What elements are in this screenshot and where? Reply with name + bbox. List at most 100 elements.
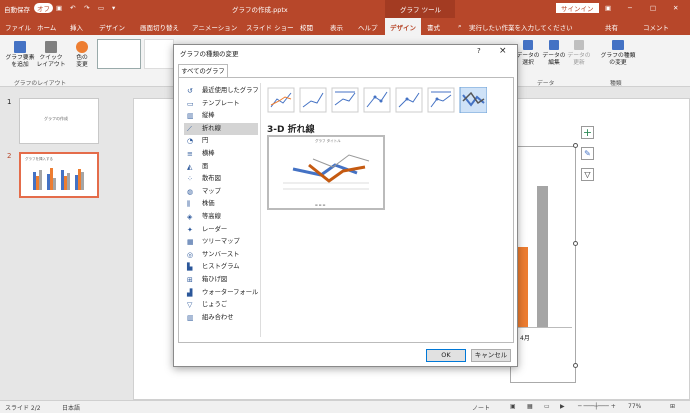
subtype-stacked-line-markers[interactable] — [395, 87, 423, 113]
category-column[interactable]: ▥ 縦棒 — [184, 110, 258, 122]
category-scatter[interactable]: ⁘ 散布図 — [184, 173, 258, 185]
subtype-line-markers[interactable] — [363, 87, 391, 113]
tab-help[interactable]: ヘルプ — [358, 22, 378, 32]
ribbon-display-icon[interactable]: ▣ — [605, 4, 611, 12]
category-recent[interactable]: ↺ 最近使用したグラフ — [184, 85, 259, 97]
subtype-100-line-markers[interactable] — [427, 87, 455, 113]
slide-thumbnail-panel: 1 グラフの作成 2 グラフを挿入する — [0, 88, 128, 400]
category-label: 横棒 — [202, 150, 215, 157]
tab-all-charts[interactable]: すべてのグラフ — [178, 64, 228, 78]
save-icon[interactable]: ▣ — [56, 4, 62, 12]
chart-styles-brush-icon[interactable]: ✎ — [581, 147, 594, 160]
resize-handle-r[interactable] — [573, 241, 578, 246]
group-label-type: 種類 — [610, 81, 622, 87]
autosave-toggle[interactable]: オフ — [34, 3, 53, 13]
comments-button[interactable]: コメント — [643, 22, 669, 32]
sorter-view-icon[interactable]: ▦ — [527, 403, 533, 410]
category-stock[interactable]: ⫼ 株価 — [184, 198, 258, 210]
zoom-slider[interactable]: ─ ───┼─── + — [578, 403, 616, 410]
tab-file[interactable]: ファイル — [5, 22, 31, 32]
tab-design[interactable]: デザイン — [99, 22, 125, 32]
category-boxwhisker[interactable]: ⊞ 箱ひげ図 — [184, 274, 258, 286]
quick-layout-button[interactable]: クイック レイアウト — [34, 55, 68, 69]
chart-filter-icon[interactable]: ▽ — [581, 168, 594, 181]
subtype-line[interactable] — [267, 87, 295, 113]
category-treemap[interactable]: ▦ ツリーマップ — [184, 236, 258, 248]
category-surface[interactable]: ◈ 等高線 — [184, 211, 258, 223]
tab-view[interactable]: 表示 — [330, 22, 343, 32]
category-area[interactable]: ◭ 面 — [184, 161, 258, 173]
boxwhisker-icon: ⊞ — [187, 276, 193, 284]
select-data-button[interactable]: データの 選択 — [515, 53, 541, 67]
share-button[interactable]: 共有 — [605, 22, 618, 32]
category-templates[interactable]: ▭ テンプレート — [184, 98, 258, 110]
tab-animations[interactable]: アニメーション — [192, 22, 237, 32]
slide-counter: スライド 2/2 — [5, 405, 41, 412]
resize-handle-br[interactable] — [573, 363, 578, 368]
refresh-data-button[interactable]: データの 更新 — [566, 53, 592, 67]
change-chart-type-button[interactable]: グラフの種類 の変更 — [597, 53, 639, 67]
maximize-icon[interactable]: □ — [650, 4, 656, 12]
category-histogram[interactable]: ▙ ヒストグラム — [184, 261, 258, 273]
ok-button[interactable]: OK — [426, 349, 466, 362]
chart-style-1[interactable] — [97, 39, 141, 69]
subtype-3d-line-selected[interactable] — [459, 87, 487, 113]
category-map[interactable]: ◍ マップ — [184, 186, 258, 198]
tab-transitions[interactable]: 画面切り替え — [140, 22, 179, 32]
category-label: テンプレート — [202, 99, 240, 107]
preview-3d-line-chart — [283, 154, 370, 190]
tab-slideshow[interactable]: スライド ショー — [246, 22, 294, 32]
slide-2-mini-chart — [33, 168, 84, 190]
change-chart-type-icon — [612, 40, 624, 50]
tell-me-input[interactable]: 実行したい作業を入力してください — [469, 22, 573, 32]
dialog-close-button[interactable]: × — [499, 46, 507, 56]
subtype-stacked-line[interactable] — [299, 87, 327, 113]
category-pie[interactable]: ◔ 円 — [184, 135, 258, 147]
minimize-icon[interactable]: ─ — [628, 4, 632, 12]
cancel-button[interactable]: キャンセル — [471, 349, 511, 362]
category-waterfall[interactable]: ▟ ウォーターフォール — [184, 287, 258, 299]
category-bar[interactable]: ≡ 横棒 — [184, 148, 258, 160]
customize-qat-icon[interactable]: ▾ — [112, 4, 115, 12]
dialog-help-button[interactable]: ? — [477, 47, 481, 55]
normal-view-icon[interactable]: ▣ — [510, 403, 516, 410]
chart-preview[interactable]: グラフ タイトル ▬ ▬ ▬ — [267, 135, 385, 210]
add-chart-element-button[interactable]: グラフ要素 を追加 — [2, 55, 38, 69]
tab-chart-design[interactable]: デザイン — [390, 22, 416, 32]
start-slideshow-icon[interactable]: ▭ — [98, 4, 104, 12]
resize-handle-tr[interactable] — [573, 143, 578, 148]
preview-chart-title: グラフ タイトル — [315, 139, 341, 143]
autosave-label: 自動保存 — [4, 6, 30, 14]
group-label-layout: グラフのレイアウト — [14, 81, 67, 87]
search-icon[interactable]: ⌕ — [458, 22, 462, 31]
zoom-level[interactable]: 77% — [628, 403, 641, 410]
reading-view-icon[interactable]: ▭ — [544, 403, 550, 410]
notes-button[interactable]: ノート — [472, 403, 490, 412]
category-label: 散布図 — [202, 175, 221, 183]
change-colors-button[interactable]: 色の 変更 — [70, 55, 94, 69]
edit-data-button[interactable]: データの 編集 — [540, 53, 568, 67]
category-funnel[interactable]: ▽ じょうご — [184, 299, 258, 311]
language-indicator[interactable]: 日本語 — [62, 403, 80, 412]
chart-elements-plus-icon[interactable]: + — [581, 126, 594, 139]
tab-insert[interactable]: 挿入 — [70, 22, 83, 32]
signin-button[interactable]: サインイン — [556, 3, 599, 13]
chart-style-2[interactable] — [144, 39, 174, 69]
category-combo[interactable]: ▥ 組み合わせ — [184, 312, 258, 324]
slide-thumbnail-2[interactable]: グラフを挿入する — [19, 152, 99, 198]
category-radar[interactable]: ✦ レーダー — [184, 224, 258, 236]
tab-review[interactable]: 校閲 — [300, 22, 313, 32]
undo-icon[interactable]: ↶ — [70, 4, 75, 12]
category-line[interactable]: ⟋ 折れ線 — [184, 122, 258, 135]
slideshow-view-icon[interactable]: ▶ — [560, 403, 565, 410]
redo-icon[interactable]: ↷ — [84, 4, 89, 12]
category-sunburst[interactable]: ◎ サンバースト — [184, 249, 258, 261]
tab-format[interactable]: 書式 — [427, 22, 440, 32]
tab-home[interactable]: ホーム — [37, 22, 56, 32]
close-window-icon[interactable]: ✕ — [673, 4, 678, 12]
subtype-100-stacked-line[interactable] — [331, 87, 359, 113]
fit-to-window-icon[interactable]: ⊞ — [670, 403, 675, 410]
funnel-icon: ▽ — [187, 301, 193, 310]
slide-thumbnail-1[interactable]: グラフの作成 — [19, 98, 99, 144]
category-label: サンバースト — [202, 250, 240, 258]
